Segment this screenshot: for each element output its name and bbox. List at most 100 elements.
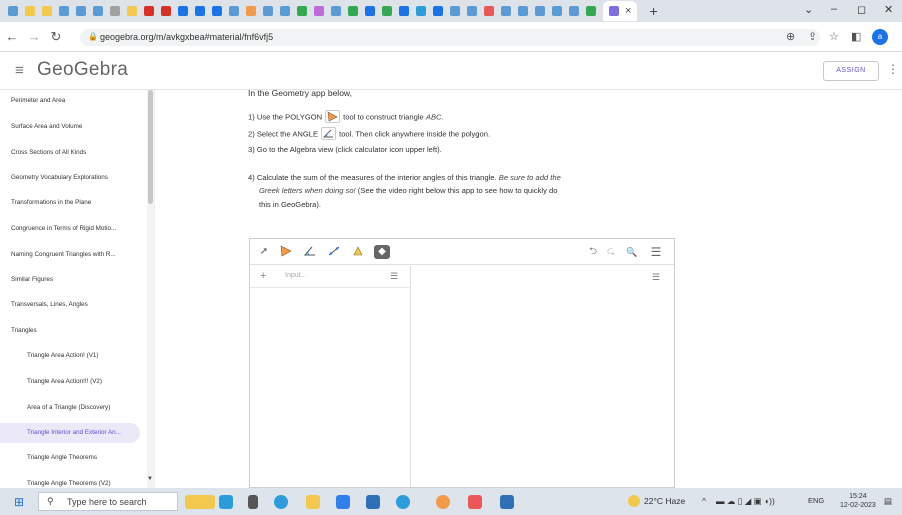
tab-favicon[interactable]	[42, 6, 52, 16]
tab-favicon[interactable]	[450, 6, 460, 16]
tab-favicon[interactable]	[246, 6, 256, 16]
tab-favicon[interactable]	[212, 6, 222, 16]
sidebar-subitem[interactable]: Triangle Angle Theorems	[0, 448, 145, 468]
sidebar-item[interactable]: Cross Sections of All Kinds	[0, 143, 145, 163]
graphics-view[interactable]	[412, 266, 674, 487]
zoom-icon[interactable]: ⊕	[786, 30, 795, 43]
more-options-icon[interactable]: ⋮	[887, 62, 899, 76]
app-icon[interactable]	[468, 495, 482, 509]
sidebar-subitem-active[interactable]: Triangle Interior and Exterior An...	[0, 423, 140, 443]
minimize-button[interactable]: –	[831, 3, 837, 15]
tab-favicon[interactable]	[467, 6, 477, 16]
weather-text[interactable]: 22°C Haze	[644, 496, 685, 506]
tab-favicon[interactable]	[399, 6, 409, 16]
tab-favicon[interactable]	[25, 6, 35, 16]
close-window-button[interactable]: ✕	[884, 3, 893, 16]
forward-icon[interactable]: →	[24, 29, 44, 44]
tab-favicon[interactable]	[535, 6, 545, 16]
applet-menu-icon[interactable]: ☰	[648, 245, 664, 259]
bookmark-star-icon[interactable]: ☆	[829, 30, 839, 43]
tab-favicon[interactable]	[552, 6, 562, 16]
algebra-input[interactable]: Input...	[285, 272, 306, 279]
reload-icon[interactable]: ↻	[46, 29, 66, 45]
assign-button[interactable]: ASSIGN	[823, 61, 879, 81]
tab-favicon[interactable]	[127, 6, 137, 16]
polygon-tool-button[interactable]	[278, 245, 294, 259]
tab-favicon[interactable]	[586, 6, 596, 16]
tab-favicon[interactable]	[501, 6, 511, 16]
share-icon[interactable]: ⇪	[808, 30, 817, 43]
app-icon[interactable]	[219, 495, 233, 509]
sidebar-scroll-thumb[interactable]	[148, 90, 153, 204]
tab-favicon[interactable]	[348, 6, 358, 16]
chrome-icon[interactable]	[436, 495, 450, 509]
tab-favicon[interactable]	[263, 6, 273, 16]
url-field[interactable]: 🔒 geogebra.org/m/avkgxbea#material/fnf6v…	[80, 29, 820, 46]
edge-icon[interactable]	[274, 495, 288, 509]
notifications-icon[interactable]: ▤	[884, 496, 892, 507]
sidebar-subitem[interactable]: Triangle Area Action!!! (V2)	[0, 372, 145, 392]
sidebar-item[interactable]: Transversals, Lines, Angles	[0, 295, 145, 315]
sidebar-item[interactable]: Naming Congruent Triangles with R...	[0, 245, 145, 265]
tab-favicon[interactable]	[93, 6, 103, 16]
reflect-tool-button[interactable]	[350, 245, 366, 259]
tab-favicon[interactable]	[314, 6, 324, 16]
sidebar-subitem[interactable]: Area of a Triangle (Discovery)	[0, 398, 145, 418]
browser-icon[interactable]	[396, 495, 410, 509]
tab-search-icon[interactable]: ⌄	[804, 3, 813, 16]
sidebar-item[interactable]: Congruence in Terms of Rigid Motio...	[0, 219, 145, 239]
task-view-icon[interactable]	[248, 495, 258, 509]
search-icon[interactable]: 🔍	[624, 245, 640, 259]
angle-tool-button[interactable]	[302, 245, 318, 259]
tab-favicon[interactable]	[365, 6, 375, 16]
algebra-input-row[interactable]: + Input... ☰	[250, 266, 410, 288]
sidebar-item[interactable]: Triangles	[0, 321, 145, 341]
tab-favicon[interactable]	[569, 6, 579, 16]
algebra-sort-icon[interactable]: ☰	[390, 271, 398, 282]
sidebar-item[interactable]: Transformations in the Plane	[0, 193, 145, 213]
active-tab[interactable]: ×	[603, 1, 638, 21]
word-icon[interactable]	[500, 495, 514, 509]
tray-icons[interactable]: ▬ ☁ ▯ ◢ ▣ ◖))	[716, 496, 775, 507]
tab-favicon[interactable]	[484, 6, 494, 16]
tab-favicon[interactable]	[331, 6, 341, 16]
sidebar-item[interactable]: Geometry Vocabulary Explorations	[0, 168, 145, 188]
sidebar-item[interactable]: Surface Area and Volume	[0, 117, 145, 137]
gmail-tab-icon[interactable]	[161, 6, 171, 16]
menu-icon[interactable]: ≡	[15, 62, 24, 79]
tab-favicon[interactable]	[59, 6, 69, 16]
tab-favicon[interactable]	[195, 6, 205, 16]
maximize-button[interactable]: ◻	[857, 3, 866, 16]
move-tool-icon[interactable]: ➚	[256, 245, 272, 259]
sidepanel-icon[interactable]: ◧	[851, 30, 861, 43]
close-tab-icon[interactable]: ×	[625, 5, 631, 17]
tab-favicon[interactable]	[76, 6, 86, 16]
gmail-tab-icon[interactable]	[144, 6, 154, 16]
tab-favicon[interactable]	[280, 6, 290, 16]
tray-overflow-icon[interactable]: ^	[702, 496, 706, 506]
eraser-tool-button[interactable]: ◆	[374, 245, 390, 259]
tab-favicon[interactable]	[110, 6, 120, 16]
windows-start-icon[interactable]: ⊞	[14, 495, 24, 509]
tab-favicon[interactable]	[416, 6, 426, 16]
sidebar-item[interactable]: Similar Figures	[0, 270, 145, 290]
tab-favicon[interactable]	[382, 6, 392, 16]
clock[interactable]: 15:24 12-02-2023	[840, 492, 876, 510]
new-tab-button[interactable]: +	[649, 3, 657, 19]
redo-icon[interactable]: ⮎	[603, 245, 619, 259]
widgets-icon[interactable]	[185, 495, 215, 509]
scroll-down-arrow-icon[interactable]: ▼	[147, 476, 153, 482]
taskbar-search-box[interactable]: ⚲ Type here to search	[38, 492, 178, 511]
add-icon[interactable]: +	[260, 270, 266, 282]
tab-favicon[interactable]	[229, 6, 239, 16]
weather-icon[interactable]	[628, 495, 640, 507]
store-icon[interactable]	[366, 495, 380, 509]
back-icon[interactable]: ←	[2, 29, 22, 44]
profile-avatar[interactable]: a	[872, 29, 888, 45]
tab-favicon[interactable]	[8, 6, 18, 16]
language-indicator[interactable]: ENG	[808, 496, 824, 505]
file-explorer-icon[interactable]	[306, 495, 320, 509]
line-tool-button[interactable]	[326, 245, 342, 259]
sidebar-subitem[interactable]: Triangle Area Action! (V1)	[0, 346, 145, 366]
sidebar-item[interactable]: Perimeter and Area	[0, 91, 145, 111]
